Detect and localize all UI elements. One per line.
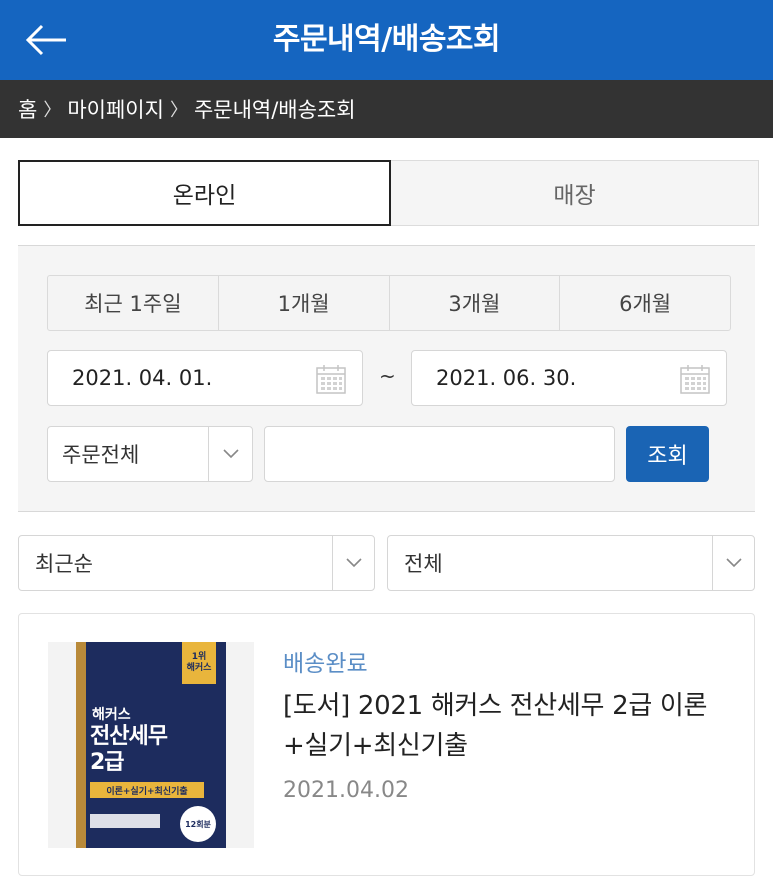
calendar-icon <box>316 365 346 394</box>
start-date-value: 2021. 04. 01. <box>72 366 213 390</box>
sort-order-value: 최근순 <box>35 552 93 576</box>
breadcrumb-mypage[interactable]: 마이페이지 <box>67 94 164 124</box>
chevron-down-icon <box>725 558 742 568</box>
cover-rank-badge: 1위 해커스 <box>182 642 216 684</box>
keyword-search-input[interactable] <box>264 426 615 482</box>
search-button[interactable]: 조회 <box>626 426 709 482</box>
calendar-icon <box>680 365 710 394</box>
order-type-value: 주문전체 <box>62 443 140 467</box>
order-type-dropdown-toggle[interactable] <box>208 427 252 481</box>
breadcrumb: 홈 〉 마이페이지 〉 주문내역/배송조회 <box>0 80 773 138</box>
chevron-down-icon <box>222 449 239 459</box>
end-date-value: 2021. 06. 30. <box>436 366 577 390</box>
chevron-down-icon <box>345 558 362 568</box>
start-date-field[interactable]: 2021. 04. 01. <box>47 350 363 406</box>
cover-title-line1: 전산세무 <box>90 724 168 749</box>
cover-brand: 해커스 <box>92 707 131 723</box>
breadcrumb-home[interactable]: 홈 <box>18 94 37 124</box>
order-status-value: 전체 <box>404 552 443 576</box>
book-cover-image: 1위 해커스 해커스 전산세무 2급 이론+실기+최신기출 12회분 <box>76 642 226 848</box>
order-status-label: 배송완료 <box>283 651 368 677</box>
search-filter-panel: 최근 1주일 1개월 3개월 6개월 2021. 04. 01. ~ 2021.… <box>18 245 755 512</box>
back-button[interactable] <box>22 18 72 62</box>
order-type-select[interactable]: 주문전체 <box>47 426 253 482</box>
order-date: 2021.04.02 <box>283 778 409 803</box>
tab-store[interactable]: 매장 <box>391 160 759 226</box>
order-card[interactable]: 1위 해커스 해커스 전산세무 2급 이론+실기+최신기출 12회분 배송완료 … <box>18 613 755 876</box>
cover-seal: 12회분 <box>180 806 216 842</box>
order-product-title[interactable]: [도서] 2021 해커스 전산세무 2급 이론+실기+최신기출 <box>283 686 733 766</box>
cover-title-line2: 2급 <box>90 750 125 775</box>
breadcrumb-current: 주문내역/배송조회 <box>193 98 356 122</box>
cover-badge-brand: 해커스 <box>186 663 212 673</box>
date-range-separator: ~ <box>379 364 396 388</box>
period-6month-button[interactable]: 6개월 <box>560 276 730 330</box>
arrow-left-icon <box>25 24 66 56</box>
cover-promo-strip <box>90 814 160 828</box>
channel-tabs: 온라인 매장 <box>18 160 759 226</box>
cover-title: 전산세무 2급 <box>90 724 168 776</box>
end-date-field[interactable]: 2021. 06. 30. <box>411 350 727 406</box>
period-1month-button[interactable]: 1개월 <box>219 276 390 330</box>
status-dropdown-toggle[interactable] <box>712 536 754 590</box>
cover-subtitle: 이론+실기+최신기출 <box>90 782 204 798</box>
period-buttons: 최근 1주일 1개월 3개월 6개월 <box>47 275 731 331</box>
app-header: 주문내역/배송조회 <box>0 0 773 80</box>
order-status-select[interactable]: 전체 <box>387 535 755 591</box>
page-title: 주문내역/배송조회 <box>272 22 501 57</box>
sort-dropdown-toggle[interactable] <box>332 536 374 590</box>
period-1week-button[interactable]: 최근 1주일 <box>48 276 219 330</box>
period-3month-button[interactable]: 3개월 <box>390 276 561 330</box>
sort-order-select[interactable]: 최근순 <box>18 535 375 591</box>
cover-badge-rank: 1위 <box>191 652 207 662</box>
chevron-right-icon: 〉 <box>43 100 62 121</box>
book-thumbnail[interactable]: 1위 해커스 해커스 전산세무 2급 이론+실기+최신기출 12회분 <box>48 642 254 848</box>
cover-spine-stripe <box>76 642 86 848</box>
chevron-right-icon: 〉 <box>169 100 188 121</box>
tab-online[interactable]: 온라인 <box>18 160 391 226</box>
